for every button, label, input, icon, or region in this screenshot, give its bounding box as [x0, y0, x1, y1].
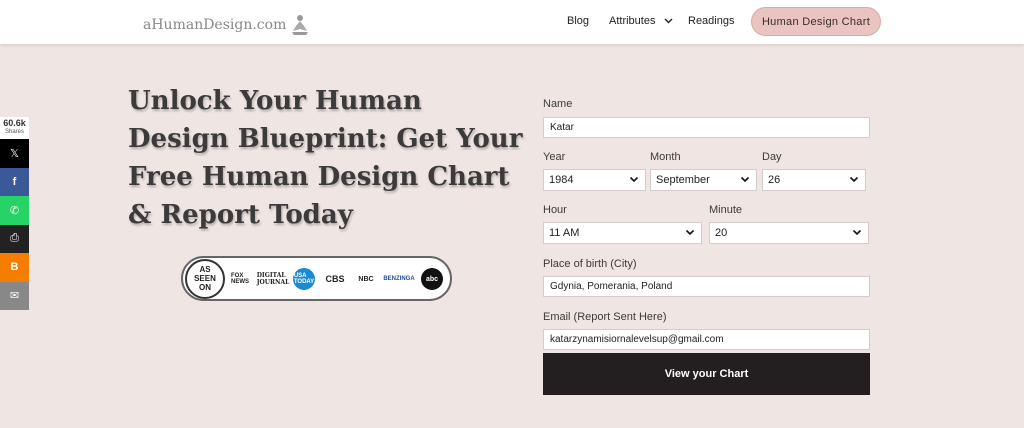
badge-line-1: AS: [199, 265, 211, 274]
year-select-value: 1984: [549, 174, 574, 186]
x-icon: 𝕏: [10, 147, 19, 160]
place-label: Place of birth (City): [543, 258, 637, 270]
year-label: Year: [543, 151, 566, 163]
email-input[interactable]: katarzynamisiornalevelsup@gmail.com: [543, 329, 870, 350]
nav-attributes[interactable]: Attributes: [609, 15, 673, 27]
print-icon: ⎙: [10, 232, 19, 245]
share-whatsapp-button[interactable]: ✆: [0, 196, 29, 225]
chevron-down-icon: [852, 229, 862, 236]
view-chart-button-label: View your Chart: [664, 368, 749, 380]
share-count-number: 60.6k: [3, 118, 26, 128]
media-logos: FOX NEWS DIGITAL JOURNAL USA TODAY CBS N…: [229, 268, 443, 290]
share-bar: 60.6k Shares 𝕏 f ✆ ⎙ B ✉: [0, 117, 29, 310]
whatsapp-icon: ✆: [9, 204, 20, 217]
nav-attributes-label: Attributes: [609, 15, 656, 27]
as-seen-on-banner: AS SEEN ON FOX NEWS DIGITAL JOURNAL USA …: [181, 256, 452, 301]
minute-select[interactable]: 20: [709, 222, 869, 244]
nav-blog-label: Blog: [567, 15, 590, 27]
benzinga-logo: BENZINGA: [383, 276, 415, 282]
place-input[interactable]: Gdynia, Pomerania, Poland: [543, 276, 870, 297]
day-select[interactable]: 26: [762, 169, 866, 191]
cta-label: Human Design Chart: [761, 15, 871, 28]
nbc-logo: NBC: [358, 275, 374, 283]
logo-text: aHumanDesign.com: [143, 17, 287, 33]
hour-select-value: 11 AM: [549, 227, 580, 239]
year-select[interactable]: 1984: [543, 169, 646, 191]
minute-select-value: 20: [715, 227, 728, 239]
digital-journal-logo: DIGITAL JOURNAL: [256, 272, 290, 286]
share-blogger-button[interactable]: B: [0, 253, 29, 282]
month-select-value: September: [656, 174, 710, 186]
meditation-logo-icon: [292, 15, 309, 35]
site-header: aHumanDesign.com Blog Attributes Reading…: [0, 0, 1024, 44]
badge-line-2: SEEN: [194, 274, 216, 283]
day-label: Day: [762, 151, 782, 163]
hour-select[interactable]: 11 AM: [543, 222, 702, 244]
month-label: Month: [650, 151, 681, 163]
chevron-down-icon: [849, 176, 859, 183]
blogger-icon: B: [10, 261, 19, 274]
badge-line-3: ON: [199, 283, 211, 292]
month-select[interactable]: September: [650, 169, 757, 191]
as-seen-on-badge: AS SEEN ON: [185, 259, 225, 299]
abc-logo: abc: [421, 268, 443, 290]
cbs-logo: CBS: [325, 274, 345, 284]
share-x-button[interactable]: 𝕏: [0, 139, 29, 168]
hour-label: Hour: [543, 204, 567, 216]
human-design-chart-button[interactable]: Human Design Chart: [751, 7, 881, 36]
share-print-button[interactable]: ⎙: [0, 224, 29, 253]
name-label: Name: [543, 98, 573, 110]
chevron-down-icon: [664, 18, 673, 24]
facebook-icon: f: [12, 175, 17, 188]
chevron-down-icon: [685, 229, 695, 236]
view-chart-button[interactable]: View your Chart: [543, 353, 870, 395]
hero-headline: Unlock Your Human Design Blueprint: Get …: [128, 86, 523, 230]
email-icon: ✉: [9, 290, 20, 303]
share-facebook-button[interactable]: f: [0, 167, 29, 196]
nav-readings-label: Readings: [688, 15, 735, 27]
chevron-down-icon: [740, 176, 750, 183]
nav-blog[interactable]: Blog: [567, 15, 589, 27]
fox-news-logo: FOX NEWS: [231, 273, 249, 285]
site-logo[interactable]: aHumanDesign.com: [143, 14, 310, 36]
email-input-value: katarzynamisiornalevelsup@gmail.com: [550, 334, 724, 345]
usa-today-logo: USA TODAY: [293, 268, 315, 290]
name-input[interactable]: Katar: [543, 117, 870, 138]
name-input-value: Katar: [550, 122, 574, 133]
share-count-label: Shares: [4, 129, 24, 135]
share-count: 60.6k Shares: [0, 117, 29, 139]
place-input-value: Gdynia, Pomerania, Poland: [550, 281, 673, 292]
share-email-button[interactable]: ✉: [0, 281, 29, 310]
day-select-value: 26: [768, 174, 781, 186]
chevron-down-icon: [629, 176, 639, 183]
nav-readings[interactable]: Readings: [688, 15, 734, 27]
minute-label: Minute: [709, 204, 743, 216]
email-label: Email (Report Sent Here): [543, 311, 667, 323]
